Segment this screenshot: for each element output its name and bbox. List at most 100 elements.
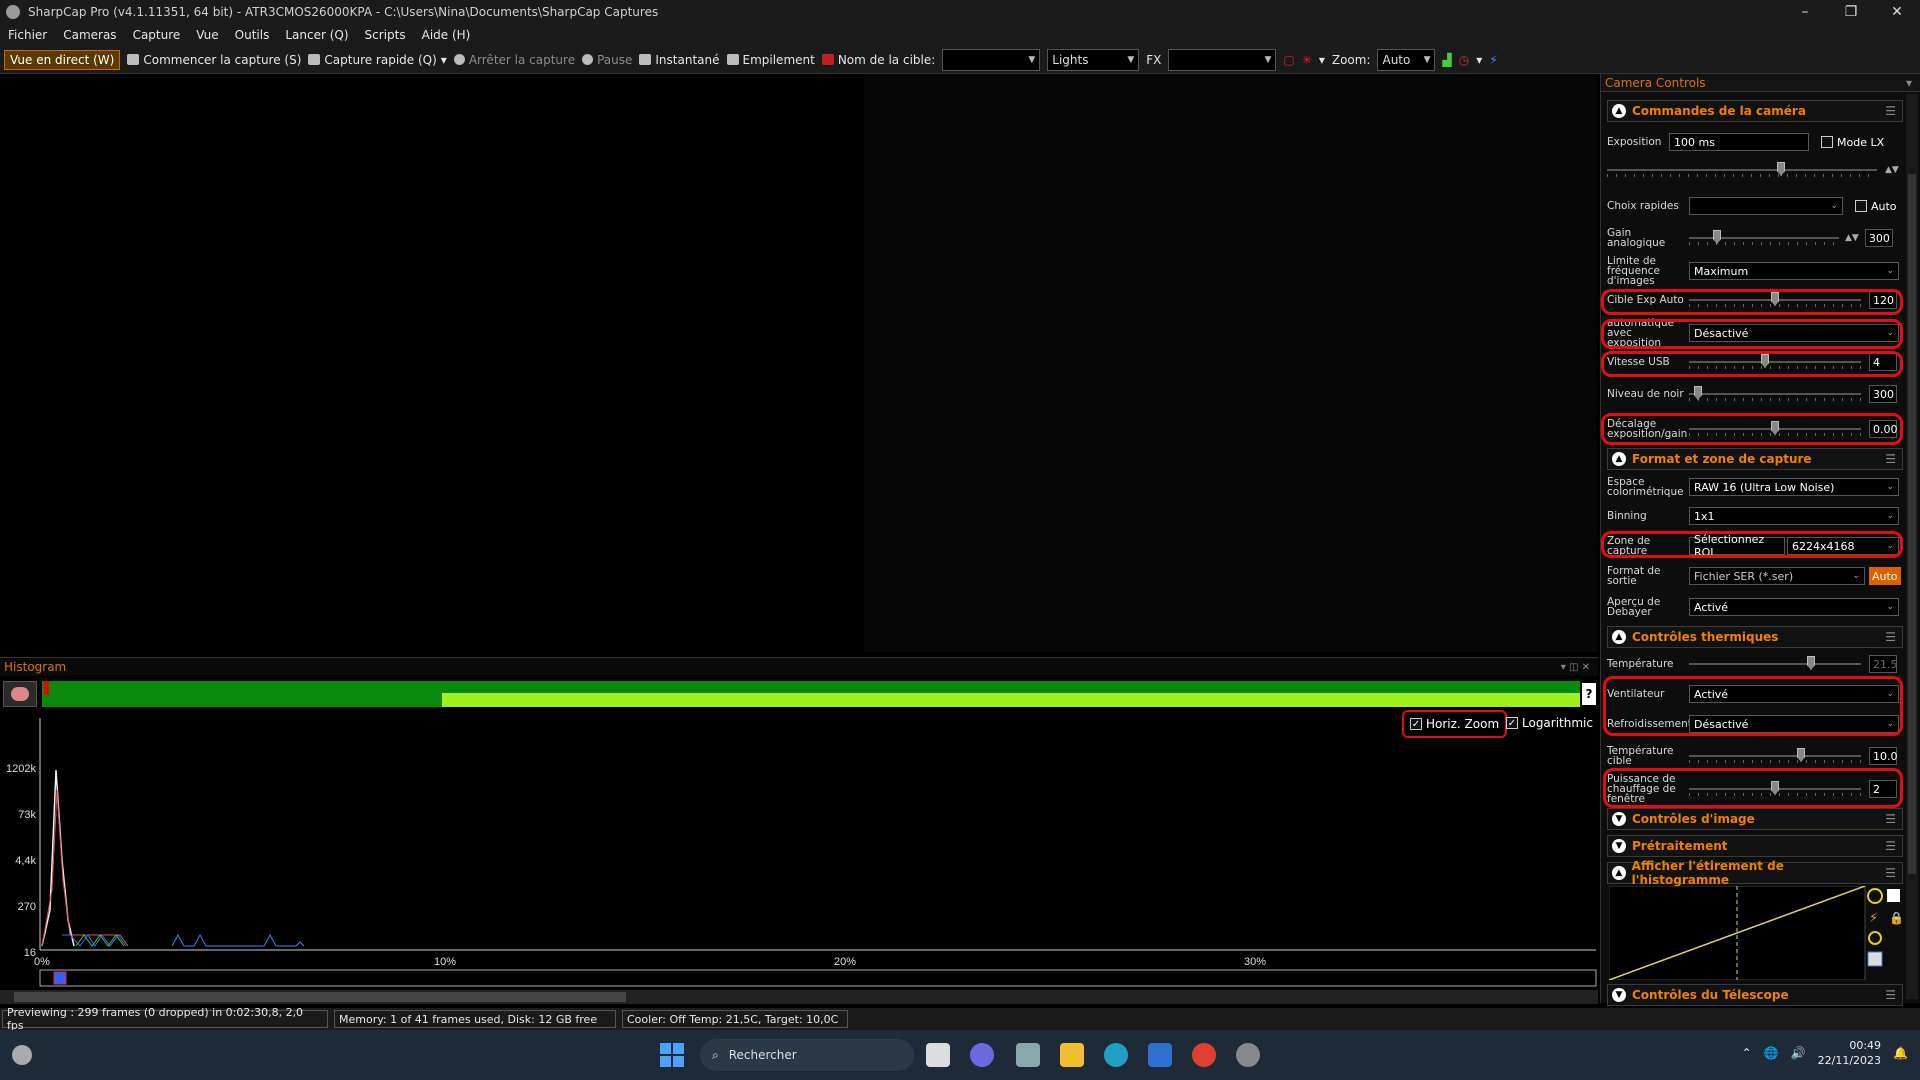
auto-exp-target-slider[interactable] [1689, 292, 1861, 308]
histogram-slider-track[interactable] [39, 969, 1597, 987]
section-image-controls[interactable]: ▼ Contrôles d'image ☰ [1607, 808, 1903, 830]
chevron-down-icon[interactable]: ▾ [441, 53, 447, 67]
stepper-icon[interactable]: ▲▼ [1885, 165, 1899, 175]
stretch-graph[interactable]: ⚡ 🔒 [1609, 886, 1909, 980]
section-format-capture[interactable]: ▲ Format et zone de capture ☰ [1607, 448, 1903, 470]
hamburger-icon[interactable]: ☰ [1885, 452, 1896, 466]
target-temp-value[interactable]: 10.0 [1869, 747, 1898, 765]
save-icon[interactable] [1867, 951, 1883, 967]
histogram-slider-handle[interactable] [53, 971, 67, 985]
guide-icon[interactable]: ⚡ [1489, 53, 1497, 67]
menu-scripts[interactable]: Scripts [357, 28, 414, 42]
fan-select[interactable]: Activé ⌄ [1689, 685, 1899, 703]
level-bar[interactable] [42, 681, 1580, 707]
chat-icon[interactable] [970, 1043, 994, 1067]
black-level-value[interactable]: 300 [1869, 385, 1897, 403]
lock-icon[interactable]: 🔒 [1889, 911, 1904, 925]
store-icon[interactable] [1148, 1043, 1172, 1067]
section-preprocessing[interactable]: ▼ Prétraitement ☰ [1607, 835, 1903, 857]
roi-icon[interactable]: ▢ [1283, 53, 1294, 67]
chevron-down-icon[interactable]: ▾ [1319, 53, 1325, 67]
output-format-auto-button[interactable]: Auto [1869, 567, 1901, 585]
edge-icon[interactable] [1104, 1043, 1128, 1067]
section-histogram-stretch[interactable]: ▲ Afficher l'étirement de l'histogramme ☰ [1607, 859, 1903, 887]
frame-type-select[interactable]: Lights ▼ [1047, 48, 1140, 71]
exp-gain-offset-value[interactable]: 0.00 [1869, 420, 1898, 438]
stop-capture-button[interactable]: Arrêter la capture [453, 53, 575, 67]
horiz-zoom-checkbox[interactable]: ✓ Horiz. Zoom [1402, 710, 1508, 738]
menu-launch[interactable]: Lancer (Q) [277, 28, 356, 42]
section-telescope-controls[interactable]: ▼ Contrôles du Télescope ☰ [1607, 984, 1903, 1006]
panel-scrollbar[interactable] [1906, 94, 1918, 999]
restore-button[interactable]: ❐ [1828, 4, 1874, 20]
power-icon[interactable] [1867, 888, 1883, 904]
reset-icon[interactable] [1868, 931, 1882, 945]
hamburger-icon[interactable]: ☰ [1885, 839, 1896, 853]
histogram-icon[interactable]: ▟ [1442, 53, 1451, 67]
heater-value[interactable]: 2 [1869, 780, 1897, 798]
heater-slider[interactable] [1689, 781, 1861, 797]
menu-file[interactable]: Fichier [0, 28, 55, 42]
hamburger-icon[interactable]: ☰ [1885, 630, 1896, 644]
crosshair-icon[interactable]: ✳ [1302, 53, 1312, 67]
hamburger-icon[interactable]: ☰ [1885, 812, 1896, 826]
stack-button[interactable]: Empilement [726, 53, 815, 67]
lightning-icon[interactable]: ⚡ [1869, 911, 1878, 926]
volume-icon[interactable]: 🔊 [1791, 1046, 1806, 1060]
output-format-select[interactable]: Fichier SER (*.ser) ⌄ [1689, 567, 1865, 585]
capture-area-select[interactable]: 6224x4168 ⌄ [1787, 537, 1899, 555]
menu-tools[interactable]: Outils [227, 28, 278, 42]
menu-cameras[interactable]: Cameras [55, 28, 124, 42]
auto-exp-target-value[interactable]: 120 [1869, 291, 1897, 309]
menu-capture[interactable]: Capture [125, 28, 189, 42]
exposure-slider[interactable] [1607, 162, 1877, 178]
widgets-icon[interactable] [12, 1045, 32, 1065]
exp-gain-offset-slider[interactable] [1689, 421, 1861, 437]
file-explorer-icon[interactable] [1060, 1043, 1084, 1067]
start-capture-button[interactable]: Commencer la capture (S) [127, 53, 301, 67]
section-thermal-controls[interactable]: ▲ Contrôles thermiques ☰ [1607, 626, 1903, 648]
calculator-icon[interactable] [1016, 1043, 1040, 1067]
panel-controls-icon[interactable]: ▾ ◫ ✕ [1561, 662, 1590, 673]
brain-button[interactable] [3, 681, 37, 707]
close-button[interactable]: ✕ [1874, 4, 1920, 20]
pause-button[interactable]: Pause [582, 53, 632, 67]
usb-speed-slider[interactable] [1689, 354, 1861, 370]
auto-checkbox[interactable]: Auto [1855, 200, 1897, 213]
menu-help[interactable]: Aide (H) [414, 28, 479, 42]
taskbar-search[interactable]: ⌕ Rechercher [700, 1039, 914, 1071]
sharpcap-taskbar-icon[interactable] [1236, 1043, 1260, 1067]
chrome-icon[interactable] [1192, 1043, 1216, 1067]
snapshot-button[interactable]: Instantané [639, 53, 720, 67]
task-view-icon[interactable] [926, 1043, 950, 1067]
menu-view[interactable]: Vue [188, 28, 226, 42]
quick-choice-select[interactable]: ⌄ [1689, 197, 1843, 215]
hamburger-icon[interactable]: ☰ [1885, 988, 1896, 1002]
gain-value[interactable]: 300 [1864, 229, 1893, 247]
hamburger-icon[interactable]: ☰ [1885, 866, 1896, 880]
black-level-slider[interactable] [1689, 386, 1861, 402]
minimize-button[interactable]: – [1782, 4, 1828, 20]
stepper-icon[interactable]: ▲▼ [1845, 233, 1859, 243]
live-image-area[interactable] [0, 74, 864, 652]
colorspace-select[interactable]: RAW 16 (Ultra Low Noise) ⌄ [1689, 478, 1899, 496]
gain-slider[interactable] [1689, 230, 1839, 246]
debayer-select[interactable]: Activé ⌄ [1689, 598, 1899, 616]
logarithmic-checkbox[interactable]: ✓ Logarithmic [1506, 716, 1593, 730]
quick-capture-button[interactable]: Capture rapide (Q) ▾ [308, 53, 447, 67]
zoom-select[interactable]: Auto ▼ [1377, 48, 1436, 71]
cooling-select[interactable]: Désactivé ⌄ [1689, 715, 1899, 733]
notification-icon[interactable]: 🔔 [1893, 1046, 1908, 1060]
target-name-select[interactable]: ▼ [942, 48, 1041, 71]
fx-select[interactable]: ▼ [1168, 48, 1277, 71]
contrast-icon[interactable] [1887, 889, 1900, 902]
windows-start-icon[interactable] [660, 1043, 684, 1067]
scrollbar-thumb[interactable] [14, 992, 626, 1002]
usb-speed-value[interactable]: 4 [1869, 353, 1897, 371]
frame-limit-select[interactable]: Maximum ⌄ [1689, 262, 1899, 280]
level-marker[interactable] [44, 681, 49, 695]
chevron-up-icon[interactable]: ⌃ [1742, 1046, 1752, 1060]
chevron-down-icon[interactable]: ▾ [1476, 53, 1482, 67]
timer-icon[interactable]: ◷ [1459, 53, 1469, 67]
select-roi-button[interactable]: Sélectionnez ROI [1689, 533, 1785, 559]
